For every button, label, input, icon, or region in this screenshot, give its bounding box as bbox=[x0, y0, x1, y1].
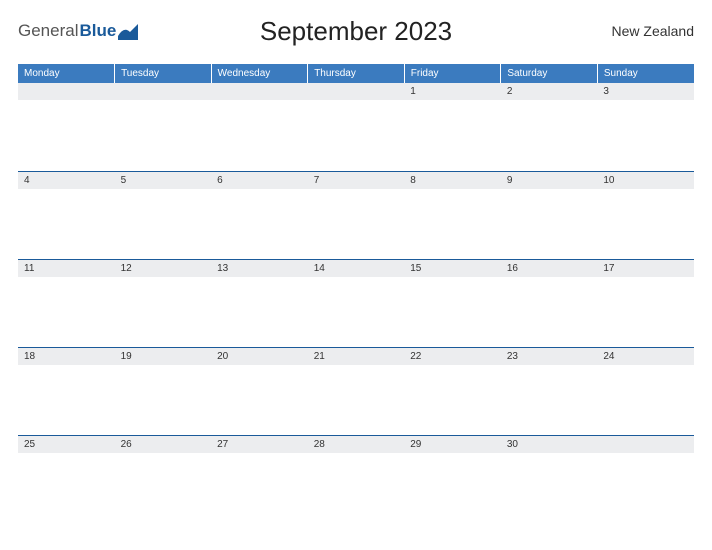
day-number: 20 bbox=[211, 347, 308, 365]
calendar-day: 16 bbox=[501, 259, 598, 347]
day-number: 30 bbox=[501, 435, 598, 453]
day-number bbox=[18, 83, 115, 100]
calendar-day bbox=[115, 83, 212, 171]
calendar-day bbox=[211, 83, 308, 171]
weekday-header: Sunday bbox=[597, 64, 694, 83]
weekday-header: Saturday bbox=[501, 64, 598, 83]
calendar-day: 9 bbox=[501, 171, 598, 259]
calendar-day: 22 bbox=[404, 347, 501, 435]
day-number: 7 bbox=[308, 171, 405, 189]
calendar-day: 12 bbox=[115, 259, 212, 347]
day-number: 4 bbox=[18, 171, 115, 189]
weekday-header: Thursday bbox=[308, 64, 405, 83]
day-number bbox=[115, 83, 212, 100]
logo-wave-icon bbox=[118, 22, 138, 40]
day-number: 21 bbox=[308, 347, 405, 365]
day-number: 6 bbox=[211, 171, 308, 189]
calendar-day: 21 bbox=[308, 347, 405, 435]
weekday-header: Monday bbox=[18, 64, 115, 83]
day-number: 8 bbox=[404, 171, 501, 189]
calendar-day: 25 bbox=[18, 435, 115, 523]
day-number: 15 bbox=[404, 259, 501, 277]
day-number: 2 bbox=[501, 83, 598, 100]
calendar-day: 27 bbox=[211, 435, 308, 523]
day-number: 11 bbox=[18, 259, 115, 277]
day-number: 10 bbox=[597, 171, 694, 189]
day-number: 12 bbox=[115, 259, 212, 277]
logo-text-general: General bbox=[18, 21, 78, 41]
calendar-day: 1 bbox=[404, 83, 501, 171]
day-number: 26 bbox=[115, 435, 212, 453]
calendar-day: 28 bbox=[308, 435, 405, 523]
calendar-day bbox=[18, 83, 115, 171]
calendar-day: 14 bbox=[308, 259, 405, 347]
calendar-day: 23 bbox=[501, 347, 598, 435]
day-number: 3 bbox=[597, 83, 694, 100]
calendar-day: 15 bbox=[404, 259, 501, 347]
day-number: 13 bbox=[211, 259, 308, 277]
calendar-day: 11 bbox=[18, 259, 115, 347]
day-number: 23 bbox=[501, 347, 598, 365]
calendar-day: 6 bbox=[211, 171, 308, 259]
day-number: 24 bbox=[597, 347, 694, 365]
day-number: 16 bbox=[501, 259, 598, 277]
day-number bbox=[597, 435, 694, 453]
brand-logo: General Blue bbox=[18, 21, 138, 41]
calendar-day: 30 bbox=[501, 435, 598, 523]
day-number: 28 bbox=[308, 435, 405, 453]
calendar-week: 18 19 20 21 22 23 24 bbox=[18, 347, 694, 435]
day-number bbox=[308, 83, 405, 100]
day-number bbox=[211, 83, 308, 100]
calendar-body: 1 2 3 4 5 6 7 8 9 10 11 12 13 14 15 16 1… bbox=[18, 83, 694, 523]
calendar-title: September 2023 bbox=[260, 16, 452, 47]
calendar-day: 7 bbox=[308, 171, 405, 259]
calendar-day: 19 bbox=[115, 347, 212, 435]
calendar-day: 2 bbox=[501, 83, 598, 171]
calendar-day: 20 bbox=[211, 347, 308, 435]
region-label: New Zealand bbox=[612, 23, 695, 39]
calendar-week: 25 26 27 28 29 30 bbox=[18, 435, 694, 523]
calendar-day: 10 bbox=[597, 171, 694, 259]
calendar-week: 11 12 13 14 15 16 17 bbox=[18, 259, 694, 347]
calendar-day: 26 bbox=[115, 435, 212, 523]
day-number: 14 bbox=[308, 259, 405, 277]
calendar-day bbox=[597, 435, 694, 523]
calendar-day: 4 bbox=[18, 171, 115, 259]
calendar-day: 29 bbox=[404, 435, 501, 523]
calendar-week: 4 5 6 7 8 9 10 bbox=[18, 171, 694, 259]
logo-text-blue: Blue bbox=[79, 21, 116, 41]
calendar-day: 3 bbox=[597, 83, 694, 171]
calendar-day: 17 bbox=[597, 259, 694, 347]
calendar-day: 24 bbox=[597, 347, 694, 435]
calendar-day bbox=[308, 83, 405, 171]
calendar-day: 18 bbox=[18, 347, 115, 435]
day-number: 22 bbox=[404, 347, 501, 365]
calendar-day: 5 bbox=[115, 171, 212, 259]
day-number: 9 bbox=[501, 171, 598, 189]
day-number: 5 bbox=[115, 171, 212, 189]
calendar-day: 8 bbox=[404, 171, 501, 259]
day-number: 18 bbox=[18, 347, 115, 365]
day-number: 19 bbox=[115, 347, 212, 365]
day-number: 1 bbox=[404, 83, 501, 100]
calendar-week: 1 2 3 bbox=[18, 83, 694, 171]
day-number: 25 bbox=[18, 435, 115, 453]
weekday-header: Wednesday bbox=[211, 64, 308, 83]
weekday-header: Friday bbox=[404, 64, 501, 83]
calendar-day: 13 bbox=[211, 259, 308, 347]
weekday-header-row: Monday Tuesday Wednesday Thursday Friday… bbox=[18, 64, 694, 83]
weekday-header: Tuesday bbox=[115, 64, 212, 83]
day-number: 29 bbox=[404, 435, 501, 453]
calendar-grid: Monday Tuesday Wednesday Thursday Friday… bbox=[18, 64, 694, 523]
day-number: 17 bbox=[597, 259, 694, 277]
calendar-header: General Blue September 2023 New Zealand bbox=[18, 10, 694, 52]
day-number: 27 bbox=[211, 435, 308, 453]
